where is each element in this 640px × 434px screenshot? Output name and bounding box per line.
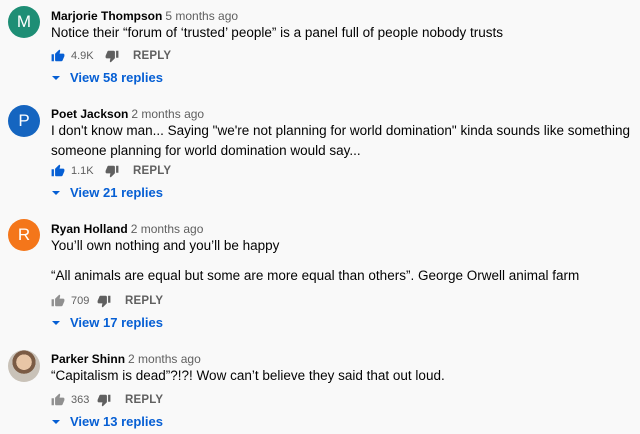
comment-actions: 363 REPLY xyxy=(51,391,163,409)
thumbs-up-icon[interactable] xyxy=(51,164,65,178)
like-count: 1.1K xyxy=(71,165,94,177)
view-replies-button[interactable]: View 17 replies xyxy=(51,315,163,330)
author-name[interactable]: Marjorie Thompson xyxy=(51,9,162,23)
reply-button[interactable]: REPLY xyxy=(133,165,171,177)
chevron-down-icon xyxy=(52,190,60,195)
chevron-down-icon xyxy=(52,419,60,424)
comment-header: Parker Shinn 2 months ago xyxy=(51,352,201,366)
comment-text: “Capitalism is dead”?!?! Wow can’t belie… xyxy=(51,368,445,383)
comment-header: Poet Jackson 2 months ago xyxy=(51,107,204,121)
reply-button[interactable]: REPLY xyxy=(133,50,171,62)
thumbs-down-icon[interactable] xyxy=(105,164,119,178)
author-name[interactable]: Ryan Holland xyxy=(51,222,128,236)
view-replies-label: View 13 replies xyxy=(70,414,163,429)
author-name[interactable]: Parker Shinn xyxy=(51,352,125,366)
comment-text-line: You’ll own nothing and you’ll be happy xyxy=(51,238,280,253)
reply-button[interactable]: REPLY xyxy=(125,394,163,406)
like-count: 363 xyxy=(71,394,90,406)
comment-time[interactable]: 2 months ago xyxy=(131,222,204,236)
avatar[interactable]: M xyxy=(8,6,40,38)
comment-time[interactable]: 5 months ago xyxy=(165,9,238,23)
author-name[interactable]: Poet Jackson xyxy=(51,107,128,121)
like-count: 4.9K xyxy=(71,50,94,62)
reply-button[interactable]: REPLY xyxy=(125,295,163,307)
thumbs-up-icon[interactable] xyxy=(51,294,65,308)
thumbs-up-icon[interactable] xyxy=(51,49,65,63)
chevron-down-icon xyxy=(52,75,60,80)
comment-time[interactable]: 2 months ago xyxy=(128,352,201,366)
thumbs-down-icon[interactable] xyxy=(105,49,119,63)
view-replies-button[interactable]: View 21 replies xyxy=(51,185,163,200)
comment-actions: 1.1K REPLY xyxy=(51,162,171,180)
avatar[interactable]: P xyxy=(8,105,40,137)
comment-text-line: “All animals are equal but some are more… xyxy=(51,268,580,283)
comment-time[interactable]: 2 months ago xyxy=(131,107,204,121)
thumbs-down-icon[interactable] xyxy=(97,294,111,308)
thumbs-up-icon[interactable] xyxy=(51,393,65,407)
view-replies-label: View 21 replies xyxy=(70,185,163,200)
view-replies-button[interactable]: View 13 replies xyxy=(51,414,163,429)
comment-header: Marjorie Thompson 5 months ago xyxy=(51,9,238,23)
chevron-down-icon xyxy=(52,320,60,325)
avatar[interactable] xyxy=(8,350,40,382)
comment-text: I don't know man... Saying "we're not pl… xyxy=(51,123,631,158)
avatar[interactable]: R xyxy=(8,219,40,251)
comment-actions: 709 REPLY xyxy=(51,292,163,310)
view-replies-label: View 17 replies xyxy=(70,315,163,330)
comment-text: Notice their “forum of ‘trusted’ people”… xyxy=(51,25,503,40)
view-replies-button[interactable]: View 58 replies xyxy=(51,70,163,85)
like-count: 709 xyxy=(71,295,90,307)
view-replies-label: View 58 replies xyxy=(70,70,163,85)
comment-header: Ryan Holland 2 months ago xyxy=(51,222,203,236)
comment-actions: 4.9K REPLY xyxy=(51,47,171,65)
thumbs-down-icon[interactable] xyxy=(97,393,111,407)
